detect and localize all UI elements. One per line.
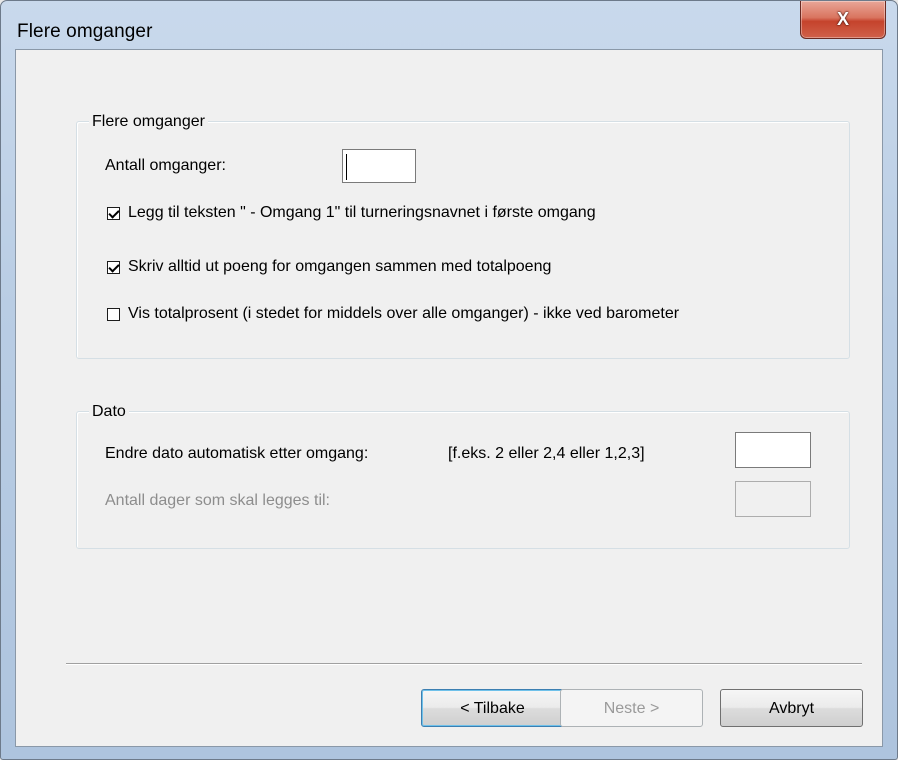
days-to-add-input[interactable]	[735, 481, 811, 517]
close-button[interactable]: X	[800, 1, 886, 39]
checkbox-print-round-points-box[interactable]	[107, 260, 120, 274]
days-to-add-label: Antall dager som skal legges til:	[105, 492, 330, 509]
back-button[interactable]: < Tilbake	[421, 689, 564, 727]
date-group: Dato	[76, 402, 850, 549]
date-group-legend: Dato	[89, 402, 129, 422]
dialog-window: Flere omganger X Flere omganger Antall o…	[0, 0, 898, 760]
change-date-hint: [f.eks. 2 eller 2,4 eller 1,2,3]	[448, 445, 645, 462]
checkbox-print-round-points-label: Skriv alltid ut poeng for omgangen samme…	[128, 258, 552, 275]
checkbox-print-round-points[interactable]: Skriv alltid ut poeng for omgangen samme…	[107, 258, 551, 276]
checkbox-show-total-percent-box[interactable]	[107, 307, 120, 321]
button-separator	[66, 663, 862, 665]
checkbox-add-round-text-box[interactable]	[107, 206, 120, 220]
title-bar[interactable]: Flere omganger X	[1, 1, 897, 43]
change-date-input[interactable]	[735, 432, 811, 468]
rounds-count-label: Antall omganger:	[105, 157, 226, 174]
rounds-count-input[interactable]	[342, 149, 416, 183]
checkbox-show-total-percent[interactable]: Vis totalprosent (i stedet for middels o…	[107, 305, 679, 323]
window-title: Flere omganger	[17, 21, 153, 42]
text-caret	[346, 154, 347, 180]
rounds-group-legend: Flere omganger	[89, 112, 208, 132]
checkbox-show-total-percent-label: Vis totalprosent (i stedet for middels o…	[128, 305, 680, 322]
dialog-client-area: Flere omganger Antall omganger: Legg til…	[15, 49, 883, 747]
close-icon: X	[836, 9, 849, 29]
next-button[interactable]: Neste >	[560, 689, 703, 727]
checkbox-add-round-text[interactable]: Legg til teksten " - Omgang 1" til turne…	[107, 204, 596, 222]
cancel-button[interactable]: Avbryt	[720, 689, 863, 727]
change-date-label: Endre dato automatisk etter omgang:	[105, 445, 369, 462]
checkbox-add-round-text-label: Legg til teksten " - Omgang 1" til turne…	[128, 204, 596, 221]
